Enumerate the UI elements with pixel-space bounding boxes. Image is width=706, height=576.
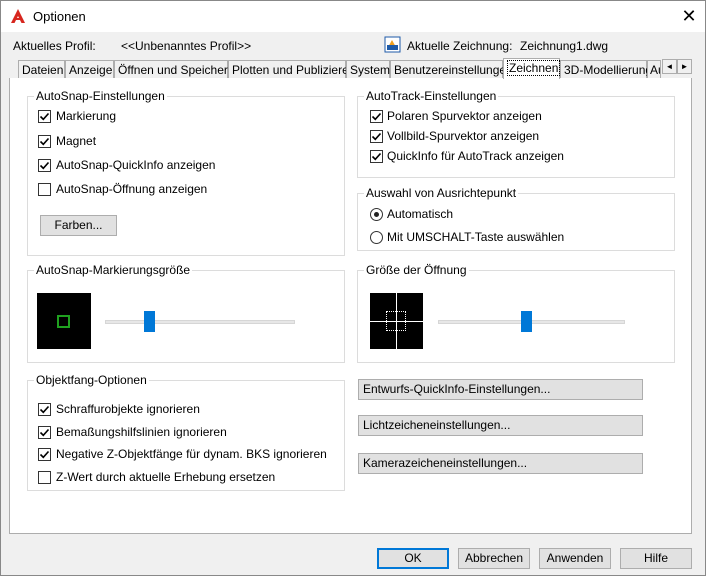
aperture-preview <box>370 293 423 349</box>
radio-automatisch[interactable] <box>370 208 383 221</box>
tab-label: System <box>350 63 391 77</box>
marker-size-track <box>105 320 295 324</box>
tab-anzeige[interactable]: Anzeige <box>65 60 114 78</box>
checkbox-autosnap-quickinfo[interactable] <box>38 159 51 172</box>
group-title: AutoSnap-Einstellungen <box>34 89 167 103</box>
label-autotrack-quickinfo: QuickInfo für AutoTrack anzeigen <box>387 149 564 163</box>
drawing-file-icon <box>384 36 401 53</box>
label-polar-tracking-vector: Polaren Spurvektor anzeigen <box>387 109 542 123</box>
osnap-options-group: Objektfang-Optionen Schraffurobjekte ign… <box>27 373 345 491</box>
tab-label: Dateien <box>22 63 64 77</box>
label-replace-z-elevation: Z-Wert durch aktuelle Erhebung ersetzen <box>56 470 276 484</box>
options-dialog: Optionen ✕ Aktuelles Profil: <<Unbenannt… <box>0 0 706 576</box>
checkmark-icon <box>39 161 50 170</box>
group-title: AutoTrack-Einstellungen <box>364 89 499 103</box>
window-title: Optionen <box>33 9 86 24</box>
checkmark-icon <box>39 112 50 121</box>
group-title: Größe der Öffnung <box>364 263 469 277</box>
ok-button[interactable]: OK <box>377 548 449 569</box>
checkmark-icon <box>371 112 382 121</box>
checkbox-magnet[interactable] <box>38 135 51 148</box>
radio-shift-select[interactable] <box>370 231 383 244</box>
tab-oeffnen-speichern[interactable]: Öffnen und Speichern <box>114 60 235 78</box>
tab-label: Benutzereinstellungen <box>394 63 513 77</box>
checkbox-autotrack-quickinfo[interactable] <box>370 150 383 163</box>
aperture-box-icon <box>386 311 406 331</box>
checkmark-icon <box>371 152 382 161</box>
profile-label: Aktuelles Profil: <box>13 39 96 53</box>
colors-button[interactable]: Farben... <box>40 215 117 236</box>
checkbox-replace-z-elevation[interactable] <box>38 471 51 484</box>
tab-plotten-publizieren[interactable]: Plotten und Publizieren <box>228 60 355 78</box>
drawing-label: Aktuelle Zeichnung: <box>407 39 513 53</box>
marker-square-icon <box>57 315 70 328</box>
marker-size-slider[interactable] <box>144 311 156 332</box>
tab-3d-modellierung[interactable]: 3D-Modellierung <box>560 60 652 78</box>
autotrack-settings-group: AutoTrack-Einstellungen Polaren Spurvekt… <box>357 89 675 178</box>
radio-dot <box>374 212 379 217</box>
apply-button[interactable]: Anwenden <box>539 548 611 569</box>
checkbox-ignore-negative-z[interactable] <box>38 448 51 461</box>
label-automatisch: Automatisch <box>387 207 454 221</box>
title-bar: Optionen ✕ <box>1 1 705 32</box>
tab-benutzereinstellungen[interactable]: Benutzereinstellungen <box>390 60 513 78</box>
tab-label: Au <box>650 63 660 77</box>
tab-label: Plotten und Publizieren <box>232 63 356 77</box>
cancel-button[interactable]: Abbrechen <box>458 548 530 569</box>
checkmark-icon <box>39 137 50 146</box>
profile-value: <<Unbenanntes Profil>> <box>121 39 252 53</box>
label-shift-select: Mit UMSCHALT-Taste auswählen <box>387 230 565 244</box>
tab-label: Öffnen und Speichern <box>118 63 235 77</box>
autocad-logo-icon <box>11 9 25 23</box>
checkmark-icon <box>371 132 382 141</box>
tab-system[interactable]: System <box>346 60 390 78</box>
checkbox-markierung[interactable] <box>38 110 51 123</box>
close-icon[interactable]: ✕ <box>675 3 703 29</box>
tab-label: Anzeige <box>69 63 113 77</box>
group-title: Auswahl von Ausrichtepunkt <box>364 186 519 200</box>
tab-zeichnen[interactable]: Zeichnen <box>503 58 561 79</box>
marker-size-group: AutoSnap-Markierungsgröße <box>27 263 345 363</box>
marker-preview <box>37 293 91 349</box>
tab-label: Zeichnen <box>507 60 561 76</box>
checkbox-polar-tracking-vector[interactable] <box>370 110 383 123</box>
label-ignore-hatch: Schraffurobjekte ignorieren <box>56 402 200 416</box>
label-ignore-negative-z: Negative Z-Objektfänge für dynam. BKS ig… <box>56 447 327 461</box>
camera-glyph-settings-button[interactable]: Kamerazeicheneinstellungen... <box>358 453 643 474</box>
checkbox-autosnap-oeffnung[interactable] <box>38 183 51 196</box>
label-magnet: Magnet <box>56 134 97 148</box>
alignment-point-group: Auswahl von Ausrichtepunkt Automatisch M… <box>357 186 675 251</box>
drawing-value: Zeichnung1.dwg <box>520 39 609 53</box>
help-button[interactable]: Hilfe <box>620 548 692 569</box>
lights-glyph-settings-button[interactable]: Lichtzeicheneinstellungen... <box>358 415 643 436</box>
tab-scroll-right-icon[interactable]: ► <box>677 59 692 74</box>
autosnap-settings-group: AutoSnap-Einstellungen Markierung Magnet… <box>27 89 345 256</box>
aperture-size-group: Größe der Öffnung <box>357 263 675 363</box>
checkmark-icon <box>39 450 50 459</box>
tab-auswahl-partial[interactable]: Au <box>647 60 661 78</box>
label-ignore-dimension-extension: Bemaßungshilfslinien ignorieren <box>56 425 227 439</box>
label-markierung: Markierung <box>56 109 117 123</box>
label-autosnap-oeffnung: AutoSnap-Öffnung anzeigen <box>56 182 208 196</box>
tab-scroll-left-icon[interactable]: ◄ <box>662 59 677 74</box>
group-title: Objektfang-Optionen <box>34 373 149 387</box>
label-fullscreen-tracking-vector: Vollbild-Spurvektor anzeigen <box>387 129 540 143</box>
label-autosnap-quickinfo: AutoSnap-QuickInfo anzeigen <box>56 158 216 172</box>
aperture-size-slider[interactable] <box>520 311 532 332</box>
draft-tooltip-settings-button[interactable]: Entwurfs-QuickInfo-Einstellungen... <box>358 379 643 400</box>
tab-dateien[interactable]: Dateien <box>18 60 65 78</box>
checkmark-icon <box>39 405 50 414</box>
checkbox-ignore-dimension-extension[interactable] <box>38 426 51 439</box>
tab-label: 3D-Modellierung <box>564 63 653 77</box>
checkmark-icon <box>39 428 50 437</box>
checkbox-ignore-hatch[interactable] <box>38 403 51 416</box>
tab-panel-zeichnen: AutoSnap-Einstellungen Markierung Magnet… <box>9 78 692 534</box>
checkbox-fullscreen-tracking-vector[interactable] <box>370 130 383 143</box>
group-title: AutoSnap-Markierungsgröße <box>34 263 193 277</box>
